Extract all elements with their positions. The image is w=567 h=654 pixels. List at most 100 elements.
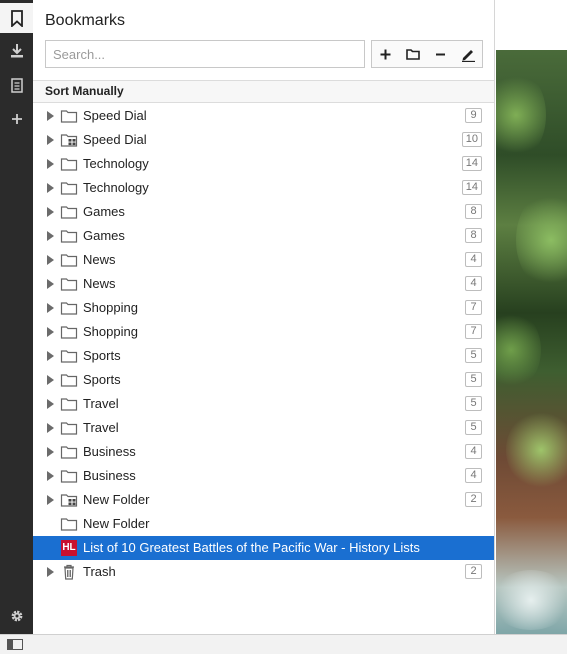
expand-arrow-icon[interactable] bbox=[47, 183, 54, 193]
folder-icon bbox=[60, 182, 78, 195]
expand-arrow-icon[interactable] bbox=[47, 351, 54, 361]
edit-bookmark-button[interactable] bbox=[455, 41, 483, 67]
folder-item[interactable]: Sports 5 bbox=[33, 344, 494, 368]
expand-arrow-icon[interactable] bbox=[47, 279, 54, 289]
item-label: List of 10 Greatest Battles of the Pacif… bbox=[83, 540, 420, 555]
minus-icon bbox=[436, 53, 446, 55]
item-count-badge: 4 bbox=[465, 444, 482, 459]
expand-arrow-icon[interactable] bbox=[47, 231, 54, 241]
item-label: New Folder bbox=[83, 492, 150, 507]
add-panel-icon bbox=[11, 114, 22, 124]
item-count-badge: 5 bbox=[465, 348, 482, 363]
folder-icon bbox=[60, 398, 78, 411]
expand-arrow-icon[interactable] bbox=[47, 567, 54, 577]
item-icon bbox=[60, 468, 78, 484]
panel-title: Bookmarks bbox=[45, 12, 126, 29]
page-content bbox=[496, 0, 567, 634]
item-label: Sports bbox=[83, 372, 121, 387]
folder-item[interactable]: New Folder bbox=[33, 512, 494, 536]
item-label: Speed Dial bbox=[83, 132, 147, 147]
expand-arrow-icon[interactable] bbox=[47, 423, 54, 433]
folder-item[interactable]: New Folder 2 bbox=[33, 488, 494, 512]
item-label: News bbox=[83, 276, 116, 291]
folder-item[interactable]: News 4 bbox=[33, 248, 494, 272]
item-label: Travel bbox=[83, 420, 119, 435]
folder-item[interactable]: Shopping 7 bbox=[33, 320, 494, 344]
notes-panel-button[interactable] bbox=[0, 70, 33, 100]
expand-arrow-icon[interactable] bbox=[47, 135, 54, 145]
expand-arrow-icon[interactable] bbox=[47, 303, 54, 313]
expand-arrow-icon[interactable] bbox=[47, 327, 54, 337]
add-bookmark-button[interactable] bbox=[372, 41, 400, 67]
expand-arrow-icon[interactable] bbox=[47, 111, 54, 121]
folder-icon bbox=[60, 278, 78, 291]
item-count-badge: 14 bbox=[461, 156, 482, 171]
expand-arrow-icon[interactable] bbox=[47, 375, 54, 385]
item-label: Shopping bbox=[83, 300, 138, 315]
item-icon bbox=[60, 108, 78, 124]
folder-item[interactable]: Business 4 bbox=[33, 440, 494, 464]
expand-arrow-icon[interactable] bbox=[47, 447, 54, 457]
download-icon bbox=[10, 44, 23, 58]
folder-item[interactable]: Technology 14 bbox=[33, 176, 494, 200]
folder-item[interactable]: Technology 14 bbox=[33, 152, 494, 176]
new-folder-button[interactable] bbox=[400, 41, 428, 67]
delete-bookmark-button[interactable] bbox=[427, 41, 455, 67]
folder-item[interactable]: Business 4 bbox=[33, 464, 494, 488]
bookmark-toolbar bbox=[371, 40, 483, 68]
folder-item[interactable]: Games 8 bbox=[33, 200, 494, 224]
expand-arrow-icon[interactable] bbox=[47, 207, 54, 217]
expand-arrow-icon[interactable] bbox=[47, 159, 54, 169]
folder-item[interactable]: Travel 5 bbox=[33, 416, 494, 440]
item-count-badge: 4 bbox=[465, 252, 482, 267]
item-count-badge: 9 bbox=[465, 108, 482, 123]
item-count-badge: 2 bbox=[465, 492, 482, 507]
folder-icon bbox=[60, 446, 78, 459]
item-icon bbox=[60, 132, 78, 148]
folder-item[interactable]: News 4 bbox=[33, 272, 494, 296]
add-panel-button[interactable] bbox=[0, 104, 33, 134]
folder-icon bbox=[60, 206, 78, 219]
item-count-badge: 10 bbox=[461, 132, 482, 147]
item-count-badge: 8 bbox=[465, 228, 482, 243]
folder-item[interactable]: Speed Dial 10 bbox=[33, 128, 494, 152]
folder-item[interactable]: Travel 5 bbox=[33, 392, 494, 416]
expand-arrow-icon[interactable] bbox=[47, 495, 54, 505]
expand-arrow-icon[interactable] bbox=[47, 471, 54, 481]
status-bar bbox=[0, 634, 567, 654]
folder-item[interactable]: Games 8 bbox=[33, 224, 494, 248]
notes-icon bbox=[10, 77, 23, 93]
folder-icon bbox=[60, 158, 78, 171]
folder-item[interactable]: Sports 5 bbox=[33, 368, 494, 392]
bookmarks-panel-button[interactable] bbox=[0, 3, 33, 33]
item-icon bbox=[60, 372, 78, 388]
item-icon bbox=[60, 348, 78, 364]
folder-item[interactable]: Speed Dial 9 bbox=[33, 104, 494, 128]
item-icon bbox=[60, 300, 78, 316]
item-count-badge: 5 bbox=[465, 396, 482, 411]
bookmarks-panel: Bookmarks Sort Manually Speed Dial9Speed… bbox=[33, 0, 495, 634]
expand-arrow-icon[interactable] bbox=[47, 399, 54, 409]
item-icon bbox=[60, 396, 78, 412]
item-icon bbox=[60, 516, 78, 532]
item-label: Travel bbox=[83, 396, 119, 411]
folder-item[interactable]: Shopping 7 bbox=[33, 296, 494, 320]
panel-settings-button[interactable] bbox=[0, 601, 33, 631]
folder-icon bbox=[60, 326, 78, 339]
folder-icon bbox=[60, 254, 78, 267]
bookmark-item[interactable]: HL List of 10 Greatest Battles of the Pac… bbox=[33, 536, 494, 560]
item-icon bbox=[60, 276, 78, 292]
folder-icon bbox=[60, 110, 78, 123]
item-icon bbox=[60, 492, 78, 508]
item-label: Games bbox=[83, 204, 125, 219]
panel-strip bbox=[0, 0, 33, 634]
toggle-panel-button[interactable] bbox=[7, 639, 23, 650]
item-label: Technology bbox=[83, 180, 149, 195]
expand-arrow-icon[interactable] bbox=[47, 255, 54, 265]
trash-folder-item[interactable]: Trash 2 bbox=[33, 560, 494, 584]
folder-icon bbox=[60, 302, 78, 315]
downloads-panel-button[interactable] bbox=[0, 36, 33, 66]
search-input[interactable] bbox=[45, 40, 365, 68]
sort-header[interactable]: Sort Manually bbox=[33, 80, 494, 103]
pencil-icon bbox=[461, 49, 475, 62]
